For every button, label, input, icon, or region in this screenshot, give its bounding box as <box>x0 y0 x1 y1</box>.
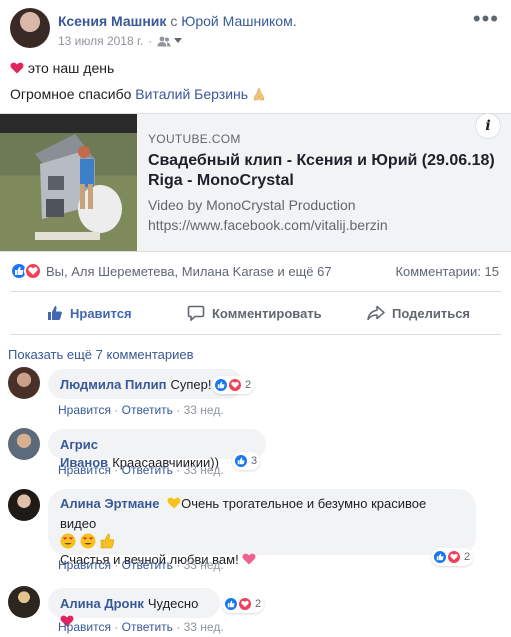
comment-actions: Нравится · Ответить · 33 нед. <box>58 403 224 417</box>
comment-reply-link[interactable]: Ответить <box>122 620 173 634</box>
author-avatar[interactable] <box>10 8 50 48</box>
post-text-line-1: это наш день <box>10 60 114 76</box>
preview-description: Video by MonoCrystal Production https://… <box>148 195 388 235</box>
commenter-name-link[interactable]: Алина Дронк <box>60 596 144 611</box>
comment-text: Чудесно <box>147 596 199 611</box>
comment-reaction-count: 2 <box>245 379 252 391</box>
separator-dot: · <box>114 558 119 572</box>
comment-age-link[interactable]: 33 нед. <box>184 463 224 477</box>
post-date-link[interactable]: 13 июля 2018 г. <box>58 34 143 48</box>
separator-dot: · <box>176 463 181 477</box>
praying-hands-icon <box>252 87 266 104</box>
post-text-line-2: Огромное спасибо Виталий Берзинь <box>10 86 266 104</box>
info-icon[interactable]: i <box>475 113 501 139</box>
comment-reaction-count: 2 <box>255 598 262 610</box>
comment-reply-link[interactable]: Ответить <box>122 463 173 477</box>
post-text-1: это наш день <box>27 60 115 76</box>
thumbs-up-icon <box>48 306 62 320</box>
commenter-name-link[interactable]: Алина Эртмане <box>60 496 159 511</box>
love-reaction-icon <box>446 549 462 565</box>
friends-icon[interactable] <box>157 36 183 47</box>
comment-reactions[interactable]: 2 <box>212 376 255 394</box>
comment-bubble: Алина Эртмане Очень трогательное и безум… <box>48 489 476 567</box>
share-label: Поделиться <box>392 305 471 321</box>
separator-dot: · <box>176 558 181 572</box>
commenter-name-link[interactable]: Людмила Пилип <box>60 377 166 392</box>
love-reaction-icon <box>227 377 243 393</box>
post-options-icon[interactable]: ••• <box>473 8 499 30</box>
author-name-link[interactable]: Ксения Машник <box>58 13 166 29</box>
commenter-avatar[interactable] <box>8 367 40 399</box>
love-reaction-icon <box>237 596 253 612</box>
post-meta: 13 июля 2018 г. · <box>58 34 183 48</box>
comment-reactions[interactable]: 2 <box>222 595 265 613</box>
comment-reply-link[interactable]: Ответить <box>122 558 173 572</box>
divider-bottom <box>10 334 501 335</box>
preview-desc-line-1: Video by MonoCrystal Production <box>148 197 356 213</box>
comment-button[interactable]: Комментировать <box>187 298 322 328</box>
share-button[interactable]: Поделиться <box>367 298 470 328</box>
red-heart-icon <box>10 61 24 75</box>
show-more-comments-link[interactable]: Показать ещё 7 комментариев <box>8 347 194 362</box>
separator-dot: · <box>114 620 119 634</box>
comment-actions: Нравится · Ответить · 33 нед. <box>58 463 224 477</box>
comment-reactions[interactable]: 3 <box>232 452 261 470</box>
separator-dot: · <box>176 403 181 417</box>
link-preview-card[interactable]: YOUTUBE.COM Свадебный клип - Ксения и Юр… <box>0 113 511 252</box>
comment-actions: Нравится · Ответить · 33 нед. <box>58 620 224 634</box>
comment-bubble: Алина Дронк Чудесно <box>48 588 220 627</box>
comment-reply-link[interactable]: Ответить <box>122 403 173 417</box>
comment-like-link[interactable]: Нравится <box>58 463 111 477</box>
comment-label: Комментировать <box>212 305 322 321</box>
comments-count-link[interactable]: Комментарии: 15 <box>395 264 499 279</box>
comment-age-link[interactable]: 33 нед. <box>184 558 224 572</box>
commenter-avatar[interactable] <box>8 586 40 618</box>
emoji-row <box>60 533 464 551</box>
separator-dot: · <box>114 463 119 477</box>
comment-like-link[interactable]: Нравится <box>58 620 111 634</box>
post-text-2: Огромное спасибо <box>10 86 132 102</box>
comment-reactions[interactable]: 2 <box>431 548 474 566</box>
like-button[interactable]: Нравится <box>47 298 132 328</box>
comment-age-link[interactable]: 33 нед. <box>184 620 224 634</box>
preview-desc-line-2: https://www.facebook.com/vitalij.berzin <box>148 217 388 233</box>
comment-like-link[interactable]: Нравится <box>58 558 111 572</box>
commenter-avatar[interactable] <box>8 489 40 521</box>
commenter-avatar[interactable] <box>8 428 40 460</box>
reactions-names[interactable]: Вы, Аля Шереметева, Милана Karase и ещё … <box>46 264 332 279</box>
separator-dot: · <box>114 403 119 417</box>
separator-dot: · <box>176 620 181 634</box>
comment-reaction-count: 3 <box>251 455 258 467</box>
like-label: Нравится <box>70 305 132 321</box>
tagged-person-link[interactable]: Юрой Машником. <box>181 13 296 29</box>
separator-dot: · <box>148 34 153 48</box>
comment-like-link[interactable]: Нравится <box>58 403 111 417</box>
comment-bubble-icon <box>187 305 205 321</box>
post-author-line: Ксения Машник с Юрой Машником. <box>58 13 297 29</box>
mentioned-user-link[interactable]: Виталий Берзинь <box>135 86 248 102</box>
with-word: с <box>170 13 178 29</box>
comment-age-link[interactable]: 33 нед. <box>184 403 224 417</box>
like-reaction-icon <box>233 453 249 469</box>
love-reaction-icon <box>24 262 42 280</box>
video-thumbnail[interactable] <box>0 114 137 251</box>
thumbnail-scene <box>35 134 122 240</box>
comment-actions: Нравится · Ответить · 33 нед. <box>58 558 224 572</box>
share-arrow-icon <box>367 305 385 321</box>
reactions-summary[interactable]: Вы, Аля Шереметева, Милана Karase и ещё … <box>10 262 332 280</box>
comment-reaction-count: 2 <box>464 551 471 563</box>
preview-source: YOUTUBE.COM <box>148 132 241 146</box>
comment-text: Супер! <box>170 377 212 392</box>
yellow-heart-icon <box>167 496 181 515</box>
preview-title[interactable]: Свадебный клип - Ксения и Юрий (29.06.18… <box>148 151 503 191</box>
divider-top <box>10 291 501 292</box>
sparkling-heart-icon <box>242 552 256 571</box>
